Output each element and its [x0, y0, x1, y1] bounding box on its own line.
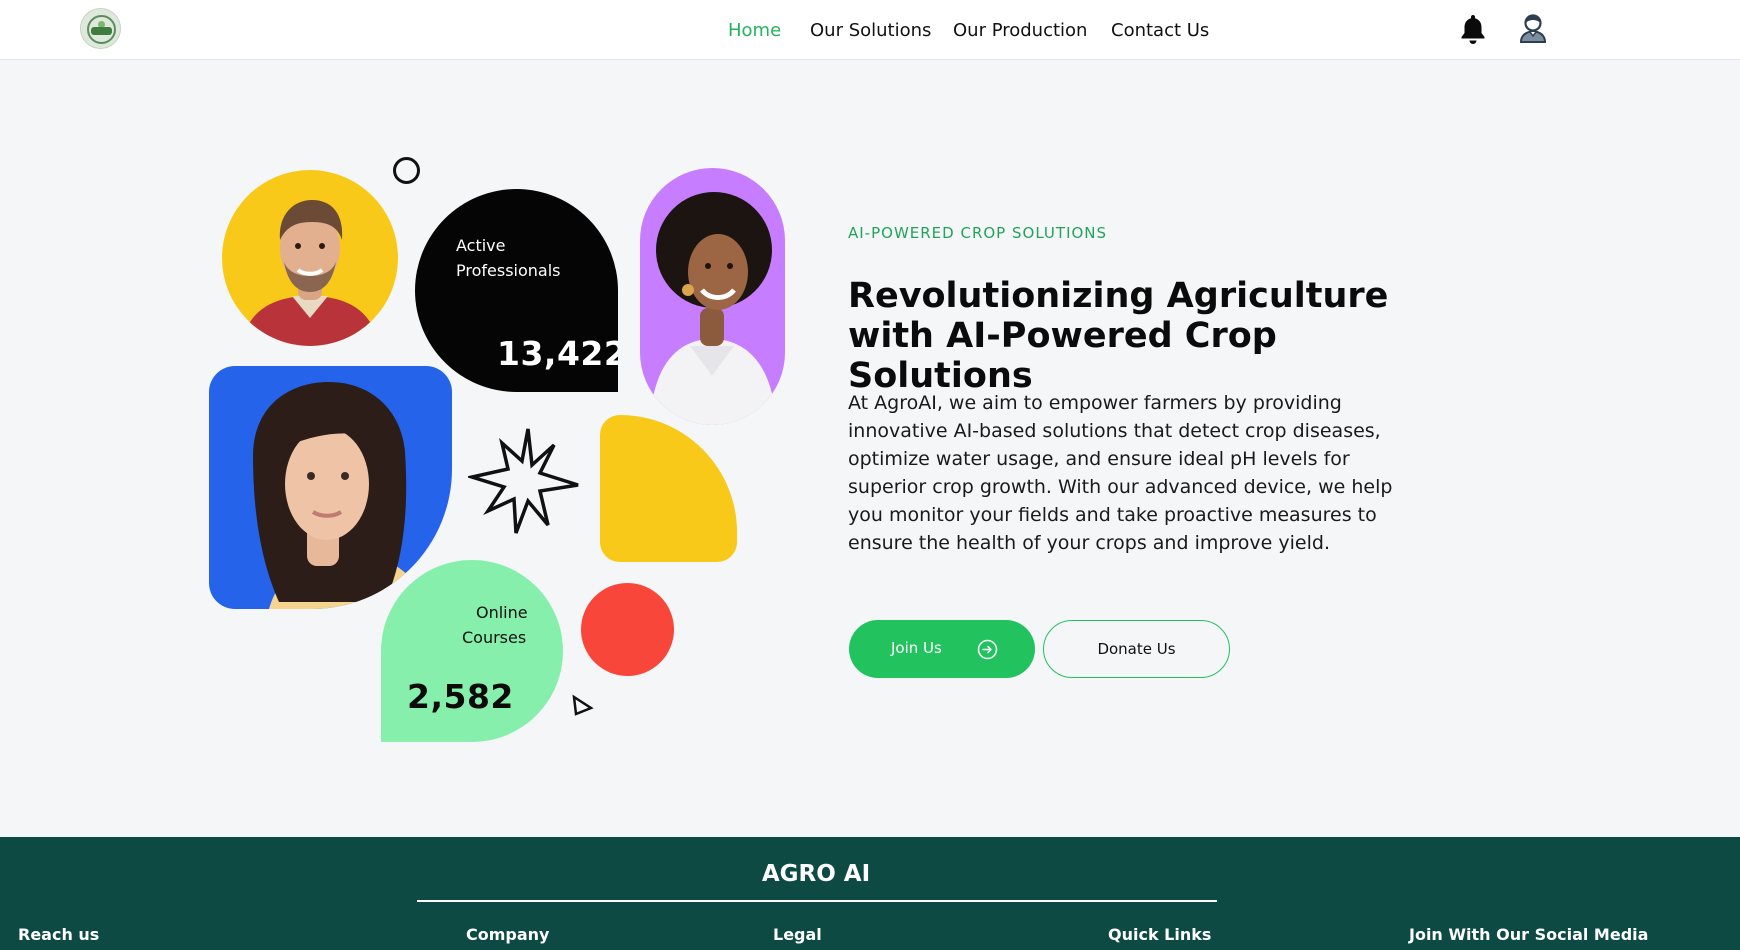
nav-our-production[interactable]: Our Production	[953, 20, 1087, 41]
online-courses-card: Online Courses 2,582	[381, 560, 563, 742]
avatar-man	[222, 170, 398, 346]
stat-label: Professionals	[456, 261, 561, 280]
stat-value: 2,582	[407, 677, 514, 716]
nav-contact-us[interactable]: Contact Us	[1111, 20, 1209, 41]
hero-eyebrow: AI-POWERED CROP SOLUTIONS	[848, 224, 1108, 242]
arrow-right-circle-icon	[977, 639, 998, 660]
footer-brand: AGRO AI	[761, 861, 871, 887]
site-header: Home Our Solutions Our Production Contac…	[0, 0, 1740, 60]
footer-heading-reach-us: Reach us	[18, 925, 100, 944]
avatar-woman-long-hair	[209, 366, 452, 609]
stat-label: Active	[456, 236, 506, 255]
stat-label: Courses	[462, 628, 527, 647]
star-icon	[468, 428, 579, 534]
user-icon[interactable]	[1519, 13, 1547, 43]
agro-ai-logo[interactable]	[80, 8, 121, 49]
red-circle-decoration	[581, 583, 674, 676]
join-us-button[interactable]: Join Us	[849, 620, 1035, 678]
footer-heading-legal: Legal	[773, 925, 822, 944]
donate-us-button[interactable]: Donate Us	[1043, 620, 1230, 678]
hero-description: At AgroAI, we aim to empower farmers by …	[848, 392, 1393, 554]
join-us-label: Join Us	[891, 639, 942, 657]
site-footer: AGRO AI Reach us Company Legal Quick Lin…	[0, 837, 1740, 950]
footer-heading-company: Company	[466, 925, 550, 944]
hero-headline: Revolutionizing Agriculture with AI-Powe…	[848, 276, 1389, 396]
footer-divider	[417, 900, 1217, 902]
nav-home[interactable]: Home	[728, 20, 781, 41]
active-professionals-card: Active Professionals 13,422	[415, 189, 618, 392]
stat-value: 13,422	[497, 334, 618, 373]
nav-our-solutions[interactable]: Our Solutions	[810, 20, 931, 41]
footer-heading-social: Join With Our Social Media	[1409, 925, 1649, 944]
footer-heading-quick-links: Quick Links	[1108, 925, 1212, 944]
stat-label: Online	[476, 603, 528, 622]
yellow-shape	[600, 415, 737, 562]
triangle-icon	[572, 694, 594, 716]
avatar-woman-curly	[640, 168, 785, 425]
bell-icon[interactable]	[1460, 13, 1486, 45]
